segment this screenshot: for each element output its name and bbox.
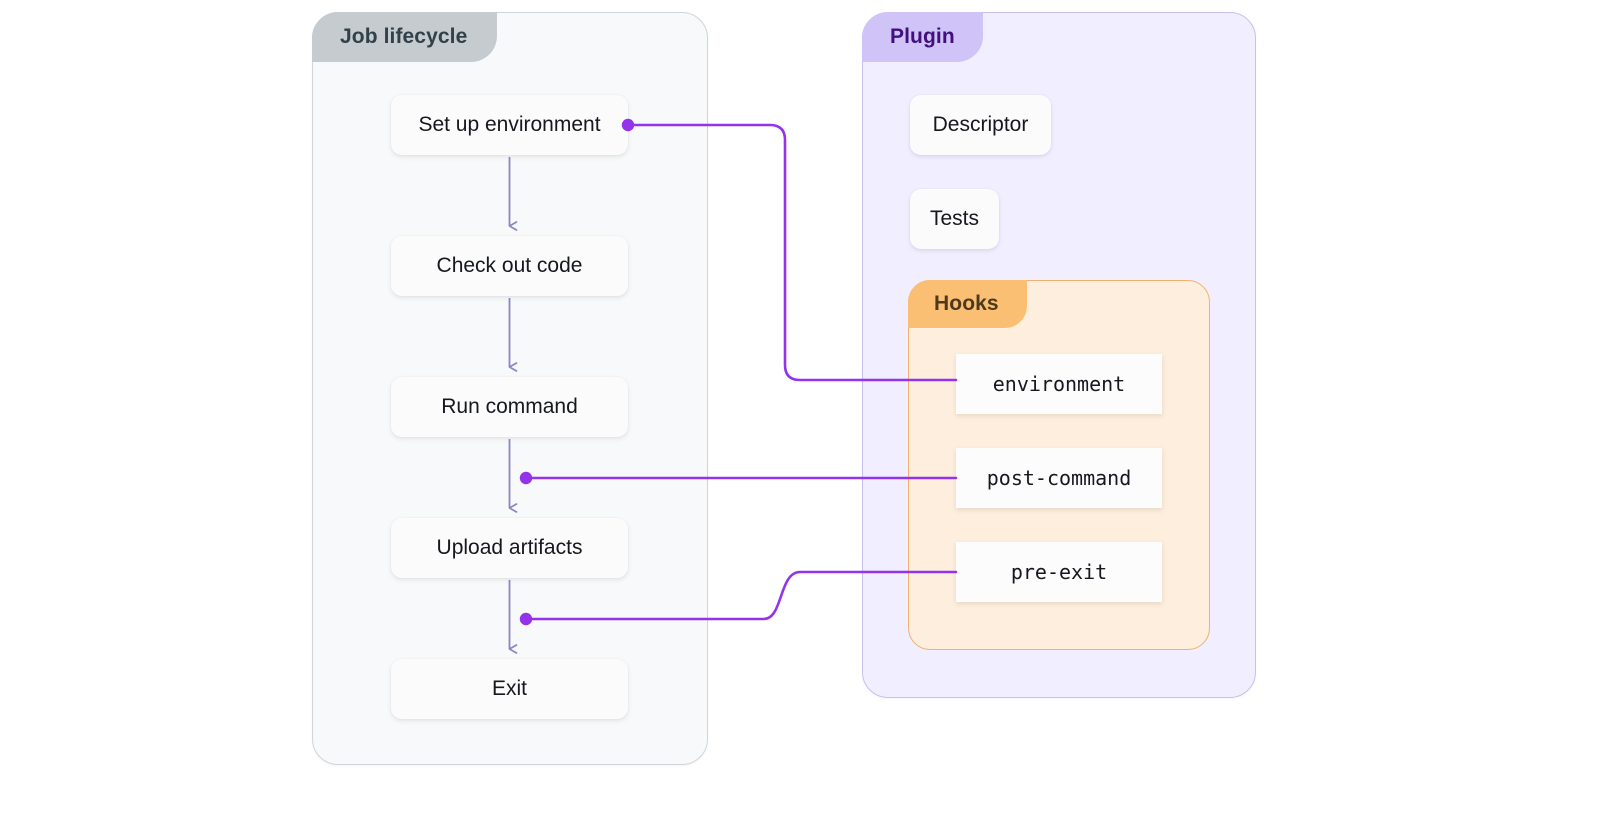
- hooks-title-label: Hooks: [934, 292, 999, 315]
- plugin-title-label: Plugin: [890, 25, 955, 48]
- lifecycle-step-label: Upload artifacts: [436, 536, 583, 559]
- hook-item-environment[interactable]: environment: [956, 354, 1162, 414]
- plugin-item-tests[interactable]: Tests: [910, 189, 999, 249]
- job-lifecycle-title-tab: Job lifecycle: [312, 12, 498, 62]
- hook-item-label: post-command: [986, 466, 1132, 490]
- lifecycle-step-label: Exit: [491, 677, 527, 700]
- lifecycle-step-label: Run command: [441, 395, 578, 418]
- lifecycle-step-label: Check out code: [436, 254, 583, 277]
- plugin-item-descriptor[interactable]: Descriptor: [910, 95, 1051, 155]
- lifecycle-step-run-command[interactable]: Run command: [391, 377, 628, 437]
- diagram-canvas: Job lifecycle Set up environment Check o…: [0, 0, 1600, 816]
- connector-overlay: [508, 118, 958, 654]
- hook-item-label: environment: [992, 372, 1126, 396]
- plugin-item-label: Descriptor: [932, 113, 1029, 136]
- lifecycle-step-set-up-environment[interactable]: Set up environment: [391, 95, 628, 155]
- lifecycle-step-label: Set up environment: [418, 113, 601, 136]
- hook-item-pre-exit[interactable]: pre-exit: [956, 542, 1162, 602]
- hooks-title-tab: Hooks: [908, 280, 1027, 328]
- lifecycle-step-exit[interactable]: Exit: [391, 659, 628, 719]
- plugin-item-label: Tests: [929, 207, 979, 230]
- lifecycle-step-check-out-code[interactable]: Check out code: [391, 236, 628, 296]
- lifecycle-step-upload-artifacts[interactable]: Upload artifacts: [391, 518, 628, 578]
- plugin-title-tab: Plugin: [862, 12, 983, 62]
- job-lifecycle-title-label: Job lifecycle: [340, 25, 468, 48]
- hook-item-label: pre-exit: [1010, 560, 1108, 584]
- hook-item-post-command[interactable]: post-command: [956, 448, 1162, 508]
